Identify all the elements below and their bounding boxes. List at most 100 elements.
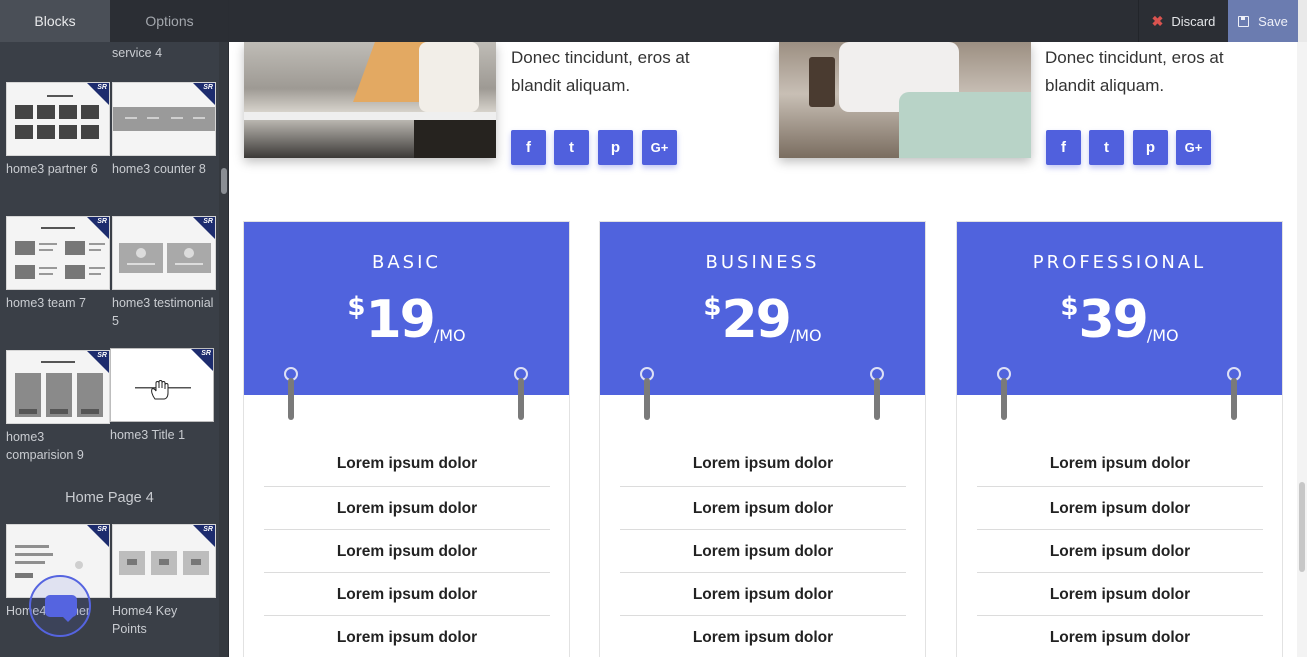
photo-detail bbox=[899, 92, 1031, 158]
binder-rod bbox=[1001, 378, 1007, 420]
pricing-plan-basic: BASIC $ 19 /MO Lorem ipsum dolor Lorem i… bbox=[243, 221, 570, 657]
price-amount: 19 bbox=[365, 290, 435, 350]
binder-rod bbox=[518, 378, 524, 420]
facebook-icon[interactable]: f bbox=[1046, 130, 1081, 165]
price-currency: $ bbox=[703, 292, 722, 322]
team-member-text: Donec tincidunt, eros at blandit aliquam… bbox=[1045, 48, 1224, 95]
plan-name: BUSINESS bbox=[705, 252, 820, 273]
sidebar-tabs: Blocks Options bbox=[0, 0, 228, 42]
photo-detail bbox=[809, 57, 835, 107]
team-photo-2 bbox=[779, 42, 1031, 158]
feature-item: Lorem ipsum dolor bbox=[264, 573, 550, 616]
badge-text: SR bbox=[203, 84, 213, 91]
sidebar-scroll-thumb[interactable] bbox=[221, 168, 227, 194]
block-label: home3 testimonial 5 bbox=[112, 296, 214, 328]
price-amount: 39 bbox=[1078, 290, 1148, 350]
feature-list: Lorem ipsum dolor Lorem ipsum dolor Lore… bbox=[264, 444, 550, 657]
page-builder: Blocks Options service 4 SR home3 partne… bbox=[0, 0, 1307, 657]
canvas-scroll-thumb[interactable] bbox=[1299, 482, 1305, 572]
badge-text: SR bbox=[203, 218, 213, 225]
google-plus-icon[interactable]: G+ bbox=[1176, 130, 1211, 165]
page-canvas: Donec tincidunt, eros at blandit aliquam… bbox=[229, 42, 1297, 657]
price-period: /MO bbox=[1146, 326, 1179, 345]
team-photo-1 bbox=[244, 42, 496, 158]
binder-rod bbox=[288, 378, 294, 420]
pinterest-icon[interactable]: p bbox=[1133, 130, 1168, 165]
badge-text: SR bbox=[97, 352, 107, 359]
feature-list: Lorem ipsum dolor Lorem ipsum dolor Lore… bbox=[620, 444, 906, 657]
block-card-title[interactable]: SR home3 Title 1 bbox=[110, 348, 214, 444]
block-label: home3 comparision 9 bbox=[6, 430, 84, 462]
plan-price: $ 19 /MO bbox=[244, 288, 569, 352]
hand-cursor-icon bbox=[151, 380, 169, 400]
badge-text: SR bbox=[97, 218, 107, 225]
tab-options[interactable]: Options bbox=[110, 0, 228, 42]
price-amount: 29 bbox=[721, 290, 791, 350]
block-card-comparision[interactable]: SR home3 comparision 9 bbox=[6, 350, 110, 464]
block-card-partner[interactable]: SR home3 partner 6 bbox=[6, 82, 110, 178]
feature-item: Lorem ipsum dolor bbox=[620, 530, 906, 573]
twitter-icon[interactable]: t bbox=[554, 130, 589, 165]
binder-rod bbox=[644, 378, 650, 420]
price-period: /MO bbox=[789, 326, 822, 345]
save-icon bbox=[1238, 15, 1250, 27]
toolbar-edge bbox=[1298, 0, 1307, 42]
save-button[interactable]: Save bbox=[1228, 0, 1298, 42]
feature-item: Lorem ipsum dolor bbox=[264, 444, 550, 487]
save-label: Save bbox=[1258, 13, 1288, 29]
pinterest-icon[interactable]: p bbox=[598, 130, 633, 165]
plan-name: BASIC bbox=[372, 252, 441, 273]
binder-rod bbox=[874, 378, 880, 420]
photo-detail bbox=[244, 112, 496, 120]
block-thumbnail: SR bbox=[110, 348, 214, 422]
chat-icon bbox=[45, 595, 77, 617]
feature-item: Lorem ipsum dolor bbox=[264, 487, 550, 530]
block-thumbnail: SR bbox=[6, 350, 110, 424]
discard-button[interactable]: ✖ Discard bbox=[1138, 0, 1228, 42]
block-label: home3 partner 6 bbox=[6, 162, 98, 176]
facebook-icon[interactable]: f bbox=[511, 130, 546, 165]
block-card-home4-keypoints[interactable]: SR Home4 Key Points bbox=[112, 524, 216, 638]
tab-blocks[interactable]: Blocks bbox=[0, 0, 110, 42]
block-card-testimonial[interactable]: SR home3 testimonial 5 bbox=[112, 216, 216, 330]
sidebar-scrollbar[interactable] bbox=[219, 42, 228, 657]
block-card-counter[interactable]: SR home3 counter 8 bbox=[112, 82, 216, 178]
block-thumbnail: SR bbox=[6, 216, 110, 290]
feature-item: Lorem ipsum dolor bbox=[620, 487, 906, 530]
badge-text: SR bbox=[203, 526, 213, 533]
blocks-sidebar: Blocks Options service 4 SR home3 partne… bbox=[0, 0, 229, 657]
chat-button[interactable] bbox=[29, 575, 91, 637]
section-home-page-4: Home Page 4 bbox=[65, 490, 154, 506]
plan-price: $ 29 /MO bbox=[600, 288, 925, 352]
google-plus-icon[interactable]: G+ bbox=[642, 130, 677, 165]
twitter-icon[interactable]: t bbox=[1089, 130, 1124, 165]
feature-item: Lorem ipsum dolor bbox=[620, 573, 906, 616]
block-thumbnail: SR bbox=[112, 82, 216, 156]
badge-text: SR bbox=[97, 84, 107, 91]
block-thumbnail: SR bbox=[112, 524, 216, 598]
chat-icon-tail bbox=[61, 615, 75, 622]
feature-list: Lorem ipsum dolor Lorem ipsum dolor Lore… bbox=[977, 444, 1263, 657]
canvas-scrollbar[interactable] bbox=[1297, 42, 1307, 657]
block-thumbnail: SR bbox=[112, 216, 216, 290]
block-label: home3 counter 8 bbox=[112, 162, 206, 176]
badge-text: SR bbox=[97, 526, 107, 533]
feature-item: Lorem ipsum dolor bbox=[264, 616, 550, 657]
block-thumbnail: SR bbox=[6, 82, 110, 156]
feature-item: Lorem ipsum dolor bbox=[977, 616, 1263, 657]
feature-item: Lorem ipsum dolor bbox=[977, 487, 1263, 530]
feature-item: Lorem ipsum dolor bbox=[620, 444, 906, 487]
discard-label: Discard bbox=[1171, 13, 1216, 29]
feature-item: Lorem ipsum dolor bbox=[977, 573, 1263, 616]
plan-price: $ 39 /MO bbox=[957, 288, 1282, 352]
plan-name: PROFESSIONAL bbox=[1032, 252, 1207, 273]
price-period: /MO bbox=[433, 326, 466, 345]
close-icon: ✖ bbox=[1151, 12, 1164, 29]
block-label: home3 team 7 bbox=[6, 296, 86, 310]
badge-text: SR bbox=[201, 350, 211, 357]
block-card-team[interactable]: SR home3 team 7 bbox=[6, 216, 110, 312]
pricing-plan-professional: PROFESSIONAL $ 39 /MO Lorem ipsum dolor … bbox=[956, 221, 1283, 657]
price-currency: $ bbox=[347, 292, 366, 322]
photo-detail bbox=[414, 120, 496, 158]
block-list: service 4 SR home3 partner 6 SR home3 co… bbox=[0, 42, 219, 657]
